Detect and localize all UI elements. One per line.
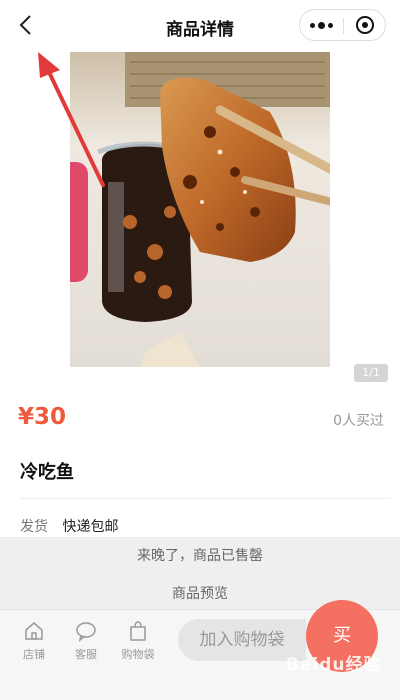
shopping-bag-icon (130, 621, 146, 641)
baidu-watermark: Baidu经验 (286, 655, 382, 675)
product-gallery[interactable]: 1/1 (0, 52, 400, 387)
more-dots-icon-center (318, 21, 325, 29)
sold-out-text: 来晚了，商品已售罄 (137, 548, 263, 564)
store-tab[interactable]: 店铺 (12, 620, 56, 662)
sold-out-notice: 来晚了，商品已售罄 商品预览 (0, 537, 400, 609)
product-photo[interactable] (70, 52, 330, 367)
price-row: ¥30 0人买过 (0, 398, 400, 438)
product-name: 冷吃鱼 (20, 462, 74, 483)
store-label: 店铺 (23, 648, 45, 661)
more-menu-button[interactable] (300, 10, 343, 40)
target-circle-icon (356, 16, 374, 34)
shopping-bag-label: 购物袋 (121, 648, 155, 661)
shipping-info: 发货 快递包邮 (20, 516, 118, 536)
service-tab[interactable]: 客服 (64, 620, 108, 662)
more-dots-icon-end (328, 22, 333, 28)
miniprogram-capsule (299, 9, 386, 41)
product-price: ¥30 (18, 404, 67, 430)
navigation-bar: 商品详情 (0, 0, 400, 52)
service-label: 客服 (75, 648, 97, 661)
product-photo-illustration (70, 52, 330, 367)
target-dot (362, 22, 368, 28)
shopping-bag-tab[interactable]: 购物袋 (116, 620, 160, 662)
bottom-action-bar: 店铺 客服 购物袋 加入购物袋 买 Baidu经验 (0, 600, 400, 700)
image-pager: 1/1 (354, 364, 388, 382)
divider (20, 498, 390, 499)
shipping-label: 发货 (20, 519, 48, 535)
chat-bubble-icon (76, 622, 96, 642)
store-icon (25, 622, 43, 640)
close-miniprogram-button[interactable] (344, 10, 386, 40)
sold-count: 0人买过 (333, 413, 384, 429)
more-dots-icon (310, 22, 315, 28)
shipping-value: 快递包邮 (62, 519, 119, 535)
